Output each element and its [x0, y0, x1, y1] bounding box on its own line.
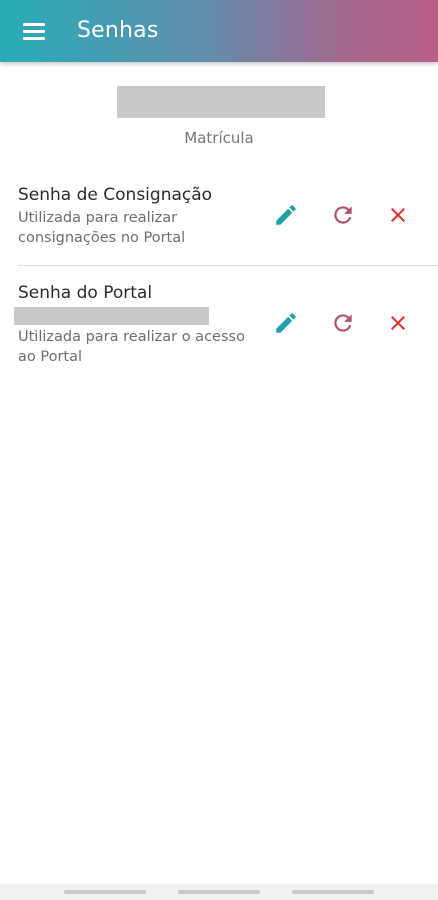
matricula-value-redacted — [117, 86, 325, 118]
nav-handle-left[interactable] — [64, 890, 146, 894]
refresh-icon[interactable] — [323, 303, 363, 343]
close-icon[interactable] — [378, 303, 418, 343]
password-title: Senha de Consignação — [18, 185, 213, 205]
matricula-label: Matrícula — [184, 129, 254, 147]
password-description: Utilizada para realizar o acesso ao Port… — [18, 329, 245, 365]
system-navigation-bar — [0, 884, 438, 900]
portal-redacted-field — [14, 307, 209, 325]
menu-icon[interactable] — [12, 11, 56, 51]
nav-handle-right[interactable] — [292, 890, 374, 894]
edit-icon[interactable] — [266, 303, 306, 343]
password-title: Senha do Portal — [18, 283, 153, 303]
divider — [18, 265, 438, 266]
page-title: Senhas — [77, 18, 159, 43]
edit-icon[interactable] — [266, 195, 306, 235]
close-icon[interactable] — [378, 195, 418, 235]
password-description: Utilizada para realizar consignações no … — [18, 210, 186, 246]
app-bar: Senhas — [0, 0, 438, 62]
nav-handle-center[interactable] — [178, 890, 260, 894]
refresh-icon[interactable] — [323, 195, 363, 235]
